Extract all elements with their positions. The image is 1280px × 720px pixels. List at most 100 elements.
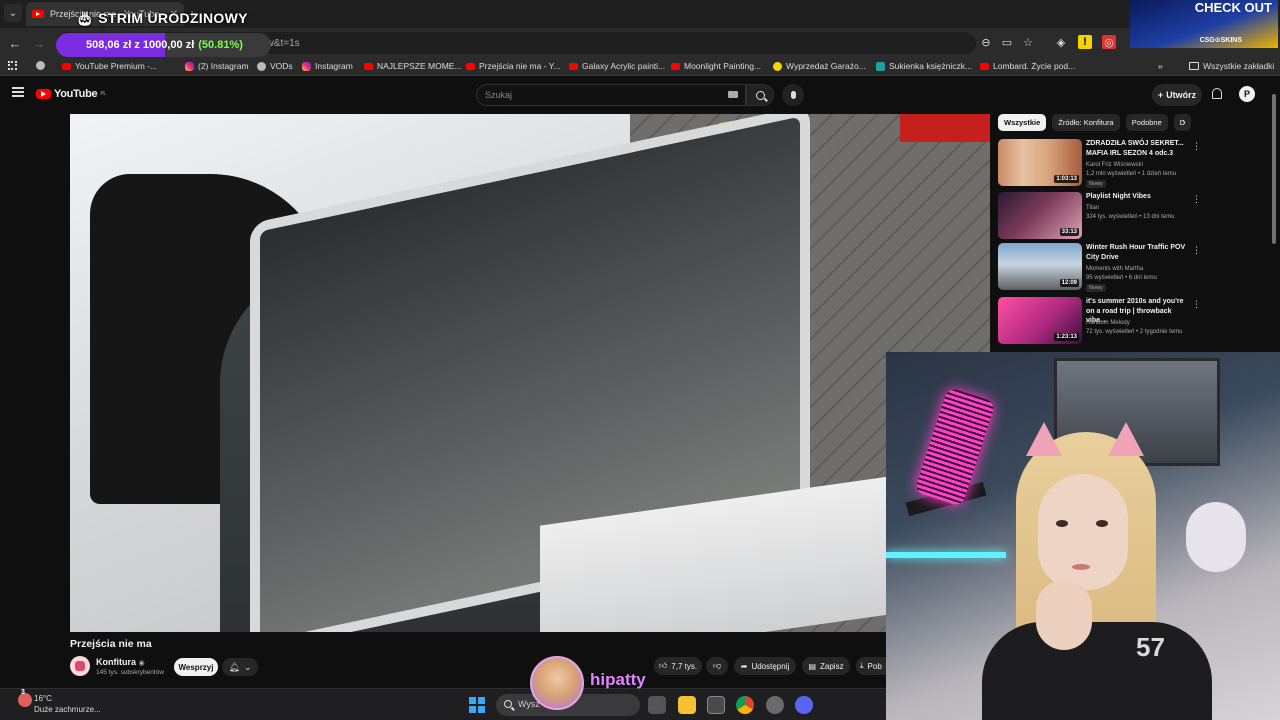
chip-all[interactable]: Wszystkie: [998, 114, 1047, 131]
more-vert-icon[interactable]: ⋮: [1192, 245, 1201, 256]
channel-avatar[interactable]: [70, 656, 90, 676]
share-icon: ➦: [740, 661, 748, 671]
support-button[interactable]: Wesprzyj: [174, 658, 218, 676]
tab-search-button[interactable]: ⌄: [4, 4, 22, 22]
recommendation-thumbnail[interactable]: 33:13: [998, 192, 1082, 239]
weather-description[interactable]: Duże zachmurze...: [34, 705, 101, 714]
bookmark-star-icon[interactable]: ☆: [1021, 35, 1035, 49]
recommendation-thumbnail[interactable]: 12:09: [998, 243, 1082, 290]
zoom-icon[interactable]: ⊖: [979, 35, 993, 49]
extension-icon[interactable]: ◈: [1054, 35, 1068, 49]
share-button[interactable]: ➦ Udostępnij: [734, 657, 796, 675]
download-button[interactable]: ⤓ Pob: [856, 657, 886, 675]
search-icon: [504, 700, 512, 708]
chrome-icon[interactable]: [36, 61, 45, 70]
recommendation-item[interactable]: 1:23:13 it's summer 2010s and you're on …: [998, 297, 1201, 345]
voice-search-button[interactable]: [782, 84, 804, 106]
more-vert-icon[interactable]: ⋮: [1192, 194, 1201, 205]
globe-icon: [257, 61, 266, 71]
recommendation-title[interactable]: Winter Rush Hour Traffic POV City Drive: [1086, 243, 1188, 262]
chip-source[interactable]: Źródło: Konfitura: [1052, 114, 1120, 131]
create-button[interactable]: + Utwórz: [1152, 84, 1202, 106]
chrome-icon[interactable]: [736, 696, 754, 714]
save-icon: ▤: [808, 661, 816, 671]
recommendation-channel[interactable]: Moments with Martha: [1086, 265, 1143, 273]
youtube-logo[interactable]: YouTube PL: [36, 88, 106, 100]
bookmark-item[interactable]: VODs: [257, 61, 293, 71]
extension-yellow-icon[interactable]: !: [1078, 35, 1092, 49]
file-explorer-icon[interactable]: [678, 696, 696, 714]
instagram-icon: [185, 61, 194, 71]
chevron-down-icon: ⌄: [243, 661, 252, 672]
account-avatar[interactable]: P: [1239, 86, 1255, 102]
cake-icon: 🎂︎: [76, 10, 95, 26]
youtube-icon: [671, 62, 680, 70]
recommendation-title[interactable]: ZDRADZIŁA SWÓJ SEKRET... MAFIA IRL SEZON…: [1086, 139, 1188, 158]
bookmark-item[interactable]: (2) Instagram: [185, 61, 249, 71]
recommendation-channel[interactable]: Random Melody: [1086, 319, 1130, 327]
recommendation-title[interactable]: Playlist Night Vibes: [1086, 192, 1188, 202]
bookmark-item[interactable]: NAJLEPSZE MOME...: [364, 61, 462, 71]
discord-icon[interactable]: [795, 696, 813, 714]
bookmark-item[interactable]: Przejścia nie ma - Y...: [466, 61, 560, 71]
bookmark-item[interactable]: Sukienka księżniczk...: [876, 61, 972, 71]
dislike-button[interactable]: 👎︎: [706, 657, 728, 675]
sponsor-brand: CSG⊙SKINS: [1199, 37, 1242, 44]
like-button[interactable]: 👍︎ 7,7 tys.: [654, 657, 702, 675]
chip-related[interactable]: Podobne: [1125, 114, 1168, 131]
recommendation-meta: 72 tys. wyświetleń • 2 tygodnie temu: [1086, 329, 1183, 335]
back-arrow-icon[interactable]: ←: [6, 34, 24, 52]
recommendation-channel[interactable]: Titan: [1086, 204, 1099, 212]
bookmark-item[interactable]: Lombard. Życie pod...: [980, 61, 1075, 71]
recommendation-meta: 95 wyświetleń • 6 dni temu: [1086, 275, 1157, 281]
notifications-bell-icon[interactable]: [1212, 88, 1222, 99]
streamer-eye: [1056, 520, 1068, 527]
instagram-icon: [302, 61, 311, 71]
bookmark-item[interactable]: Wyprzedaż Garażo...: [773, 61, 866, 71]
plus-icon: +: [1157, 90, 1164, 100]
bookmark-item[interactable]: Galaxy Acrylic painti...: [569, 61, 665, 71]
channel-name[interactable]: Konfitura ◉: [96, 657, 145, 667]
more-vert-icon[interactable]: ⋮: [1192, 141, 1201, 152]
youtube-icon: [364, 62, 373, 70]
task-view-icon[interactable]: [648, 696, 666, 714]
extension-red-icon[interactable]: ◎: [1102, 35, 1116, 49]
recommendation-thumbnail[interactable]: 1:03:13: [998, 139, 1082, 186]
subscription-bell-button[interactable]: 🔔︎ ⌄: [222, 658, 258, 676]
cat-ear-headphone: [1108, 422, 1144, 456]
youtube-header: YouTube PL Szukaj + Utwórz P: [0, 77, 1280, 113]
recommendation-channel[interactable]: Karol Friz Wiśniewski: [1086, 161, 1143, 169]
weather-temperature[interactable]: 16°C: [34, 694, 52, 703]
keyboard-icon[interactable]: [728, 91, 738, 98]
search-button[interactable]: [746, 84, 774, 106]
cast-icon[interactable]: ▭: [1000, 35, 1014, 49]
more-vert-icon[interactable]: ⋮: [1192, 299, 1201, 310]
app-icon[interactable]: [766, 696, 784, 714]
forward-arrow-icon[interactable]: →: [30, 34, 48, 52]
weather-badge: 3: [21, 689, 25, 696]
apps-grid-icon[interactable]: [8, 61, 17, 70]
page-scrollbar[interactable]: [1272, 94, 1276, 244]
bookmark-item[interactable]: Moonlight Painting...: [671, 61, 761, 71]
youtube-icon: [62, 62, 71, 70]
recommendation-thumbnail[interactable]: 1:23:13: [998, 297, 1082, 344]
all-bookmarks[interactable]: Wszystkie zakładki: [1189, 61, 1274, 71]
chevron-right-icon[interactable]: »: [1158, 61, 1163, 71]
store-icon[interactable]: [707, 696, 725, 714]
webcam-overlay: 57: [886, 352, 1280, 720]
chevron-right-icon[interactable]: ›: [1182, 117, 1186, 129]
windows-start-icon[interactable]: [469, 697, 485, 713]
video-frame-red-object: [900, 114, 990, 142]
search-input[interactable]: Szukaj: [476, 84, 746, 106]
youtube-favicon-icon: [32, 10, 44, 18]
menu-hamburger-icon[interactable]: [12, 87, 24, 97]
recommendation-item[interactable]: 1:03:13 ZDRADZIŁA SWÓJ SEKRET... MAFIA I…: [998, 139, 1201, 188]
bookmark-item[interactable]: YouTube Premium -...: [62, 61, 157, 71]
youtube-icon: [980, 62, 989, 70]
bookmark-item[interactable]: Instagram: [302, 61, 353, 71]
recommendation-item[interactable]: 33:13 Playlist Night Vibes Titan 324 tys…: [998, 192, 1201, 240]
save-button[interactable]: ▤ Zapisz: [802, 657, 850, 675]
recommendation-item[interactable]: 12:09 Winter Rush Hour Traffic POV City …: [998, 243, 1201, 292]
video-player[interactable]: [70, 114, 990, 632]
download-icon: ⤓: [860, 661, 864, 670]
